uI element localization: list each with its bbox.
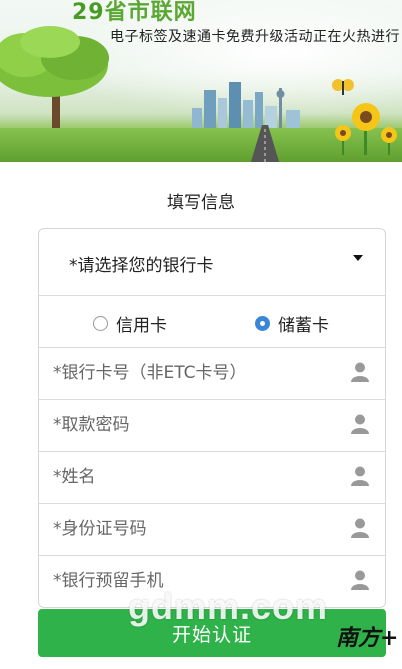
person-icon bbox=[351, 466, 369, 486]
id-number-row bbox=[39, 503, 385, 555]
name-input[interactable] bbox=[53, 467, 343, 487]
phone-input[interactable] bbox=[53, 571, 343, 591]
radio-credit-card-label: 信用卡 bbox=[116, 316, 167, 336]
promo-banner: 29省市联网 电子标签及速通卡免费升级活动正在火热进行 bbox=[0, 0, 402, 162]
road-illustration bbox=[250, 125, 280, 162]
sunflowers-illustration bbox=[335, 103, 397, 155]
phone-row bbox=[39, 555, 385, 607]
form-title: 填写信息 bbox=[167, 193, 235, 213]
person-icon bbox=[351, 362, 369, 382]
butterfly-illustration bbox=[332, 79, 354, 95]
person-icon bbox=[351, 414, 369, 434]
promo-text: 电子标签及速通卡免费升级活动正在火热进行 bbox=[110, 29, 400, 45]
caret-down-icon[interactable] bbox=[353, 255, 363, 261]
bank-select-label: *请选择您的银行卡 bbox=[69, 256, 214, 276]
card-number-row bbox=[39, 347, 385, 399]
id-number-input[interactable] bbox=[53, 519, 343, 539]
radio-debit-card[interactable]: 储蓄卡 bbox=[255, 311, 329, 336]
radio-debit-card-label: 储蓄卡 bbox=[278, 316, 329, 336]
person-icon bbox=[351, 518, 369, 538]
bank-card-select[interactable]: *请选择您的银行卡 bbox=[39, 229, 385, 295]
radio-checked-icon[interactable] bbox=[255, 316, 270, 331]
card-type-radio-group: 信用卡 储蓄卡 bbox=[39, 295, 385, 347]
password-input[interactable] bbox=[53, 415, 343, 435]
password-row bbox=[39, 399, 385, 451]
card-number-input[interactable] bbox=[53, 363, 343, 383]
radio-credit-card[interactable]: 信用卡 bbox=[93, 311, 167, 336]
bank-info-form: *请选择您的银行卡 信用卡 储蓄卡 bbox=[38, 228, 386, 608]
person-icon bbox=[351, 570, 369, 590]
name-row bbox=[39, 451, 385, 503]
tree-illustration bbox=[0, 26, 109, 130]
radio-unchecked-icon[interactable] bbox=[93, 316, 108, 331]
start-verification-button[interactable]: 开始认证 bbox=[38, 609, 386, 657]
